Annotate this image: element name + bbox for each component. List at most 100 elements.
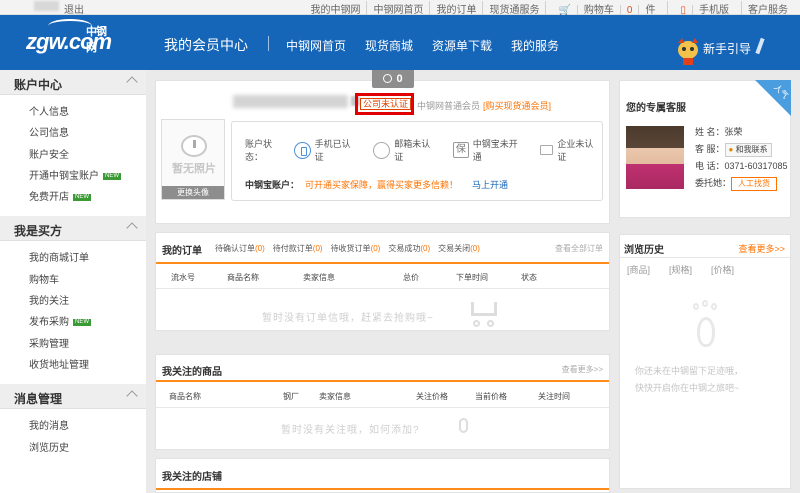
fav-col-follow-time: 关注时间 [538, 392, 570, 401]
fav-empty-text: 暂时没有关注哦，如何添加? [281, 425, 420, 436]
guide-link[interactable]: 新手引导 [703, 40, 751, 57]
fav-col-product: 商品名称 [169, 392, 201, 401]
mouse-icon [459, 418, 468, 433]
top-link-my-zgw[interactable]: 我的中钢网 [304, 1, 366, 16]
cart-icon [467, 298, 501, 328]
agent-photo [626, 126, 684, 189]
manual-search-button[interactable]: 人工找货 [731, 177, 778, 191]
tab-closed[interactable]: 交易关闭(0) [438, 243, 480, 254]
logo[interactable]: zgw.com 中钢网 [26, 19, 112, 55]
company-status[interactable]: 企业未认证 [557, 137, 602, 163]
nav-service[interactable]: 我的服务 [511, 37, 559, 54]
top-link-cart[interactable]: 🛒 购物车 0 件 [545, 1, 667, 16]
tab-success[interactable]: 交易成功(0) [388, 243, 430, 254]
sidebar-item-company-info[interactable]: 公司信息 [29, 123, 146, 144]
fav-col-mill: 钢厂 [283, 392, 299, 401]
nav-home[interactable]: 中钢网首页 [286, 37, 346, 54]
top-links: 我的中钢网 中钢网首页 我的订单 现货通服务 🛒 购物车 0 件 ▯ 手机版 客户服务 [304, 1, 794, 16]
new-badge: NEW [73, 194, 91, 202]
history-card: 浏览历史 查看更多>> [商品] [规格] [价格] 你还未在中钢留下足迹哦， 快快开… [619, 234, 791, 489]
top-link-mobile[interactable]: ▯ 手机版 [667, 1, 741, 16]
buy-vip-link[interactable]: [购买现货通会员] [483, 99, 551, 112]
col-total: 总价 [403, 273, 419, 282]
col-serial: 流水号 [171, 273, 195, 282]
new-badge: NEW [73, 319, 91, 327]
fav-col-seller: 卖家信息 [319, 392, 351, 401]
favorite-products-card: 我关注的商品 查看更多>> 商品名称 钢厂 卖家信息 关注价格 当前价格 关注时… [155, 354, 610, 450]
sidebar-item-mall-orders[interactable]: 我的商城订单 [29, 248, 146, 269]
orders-empty-text: 暂时没有订单信哦，赶紧去抢购哦~ [262, 313, 434, 324]
header: zgw.com 中钢网 我的会员中心 中钢网首页 现货商城 资源单下载 我的服务 … [0, 15, 800, 70]
sidebar-item-personal-info[interactable]: 个人信息 [29, 102, 146, 123]
top-link-customer[interactable]: 客户服务 [741, 1, 794, 16]
logout-link[interactable]: 退出 [64, 1, 84, 16]
shop-title: 我关注的店铺 [162, 472, 222, 483]
zgb-open-link[interactable]: 马上开通 [472, 180, 508, 190]
clock-icon [383, 74, 393, 83]
all-orders-link[interactable]: 查看全部订单 [555, 243, 603, 254]
zgb-status[interactable]: 中钢宝未开通 [473, 137, 527, 163]
sidebar-item-follows[interactable]: 我的关注 [29, 291, 146, 312]
member-level: 中钢网普通会员 [417, 101, 481, 111]
top-link-orders[interactable]: 我的订单 [429, 1, 482, 16]
kefu-label: 客 服： [695, 144, 725, 154]
email-status[interactable]: 邮箱未认证 [394, 137, 439, 163]
sidebar-item-security[interactable]: 账户安全 [29, 145, 146, 166]
pencil-icon [755, 37, 765, 55]
zgb-warning: 可开通买家保障，赢得买家更多信赖！ [305, 180, 459, 190]
sidebar-item-address[interactable]: 收货地址管理 [29, 355, 146, 376]
sidebar-section-messages[interactable]: 消息管理 [0, 384, 146, 410]
history-more-link[interactable]: 查看更多>> [738, 242, 785, 255]
orders-card: 我的订单 待确认订单(0) 待付款订单(0) 待收货订单(0) 交易成功(0) … [155, 232, 610, 331]
orders-title: 我的订单 [162, 246, 202, 257]
page-title: 我的会员中心 [164, 37, 248, 53]
tab-to-pay[interactable]: 待付款订单(0) [273, 243, 323, 254]
nav-mall[interactable]: 现货商城 [365, 37, 413, 54]
tab-to-confirm[interactable]: 待确认订单(0) [215, 243, 265, 254]
highlight-box [355, 93, 414, 115]
sidebar-item-cart[interactable]: 购物车 [29, 270, 146, 291]
agent-name: 姓 名：张荣 [695, 127, 743, 137]
history-title: 浏览历史 [624, 245, 664, 256]
sidebar-item-purchase-manage[interactable]: 采购管理 [29, 334, 146, 355]
favorite-shops-card: 我关注的店铺 [155, 458, 610, 493]
service-title: 您的专属客服 [626, 103, 686, 114]
change-avatar-button[interactable]: 更换头像 [162, 186, 224, 199]
sidebar: 账户中心 个人信息 公司信息 账户安全 开通中钢宝账户 NEW 免费开店 NEW 我… [0, 70, 146, 493]
col-product: 商品名称 [227, 273, 259, 282]
zgb-label: 中钢宝账户： [245, 180, 300, 190]
sidebar-item-open-zgb[interactable]: 开通中钢宝账户 NEW [29, 166, 146, 187]
chevron-up-icon [126, 390, 138, 402]
trust-label: 委托她： [695, 178, 732, 188]
phone-icon [293, 141, 311, 159]
account-status-box: 账户状态： 手机已认证 邮箱未认证 保 中钢宝未开通 企业未认证 中钢宝账户： 可… [231, 121, 603, 201]
sidebar-section-buyer[interactable]: 我是买方 [0, 216, 146, 242]
notification-badge[interactable]: 0 [372, 70, 414, 88]
main-nav: 中钢网首页 现货商城 资源单下载 我的服务 [286, 37, 559, 54]
nav-download[interactable]: 资源单下载 [432, 37, 492, 54]
col-status: 状态 [521, 273, 537, 282]
email-icon [373, 141, 391, 159]
header-divider [268, 36, 269, 51]
fav-col-follow-price: 关注价格 [416, 392, 448, 401]
username-blurred [233, 95, 348, 108]
top-link-service[interactable]: 现货通服务 [482, 1, 545, 16]
tab-to-receive[interactable]: 待收货订单(0) [331, 243, 381, 254]
username-blurred [34, 1, 59, 11]
history-col-price: [价格] [711, 265, 735, 275]
sidebar-item-my-messages[interactable]: 我的消息 [29, 416, 146, 437]
col-seller: 卖家信息 [303, 273, 335, 282]
sidebar-item-publish-purchase[interactable]: 发布采购 NEW [29, 312, 146, 333]
new-badge: NEW [103, 172, 121, 180]
sidebar-item-open-shop[interactable]: 免费开店 NEW [29, 187, 146, 208]
top-link-home[interactable]: 中钢网首页 [366, 1, 429, 16]
fav-title: 我关注的商品 [162, 367, 222, 378]
speech-bubble-icon [181, 135, 207, 157]
history-col-spec: [规格] [669, 265, 693, 275]
contact-button[interactable]: ● 和我联系 [724, 143, 772, 157]
sidebar-item-history[interactable]: 浏览历史 [29, 438, 146, 459]
fav-more-link[interactable]: 查看更多>> [562, 364, 603, 375]
history-col-product: [商品] [627, 265, 651, 275]
mascot-icon [678, 38, 698, 65]
sidebar-section-account[interactable]: 账户中心 [0, 70, 146, 95]
